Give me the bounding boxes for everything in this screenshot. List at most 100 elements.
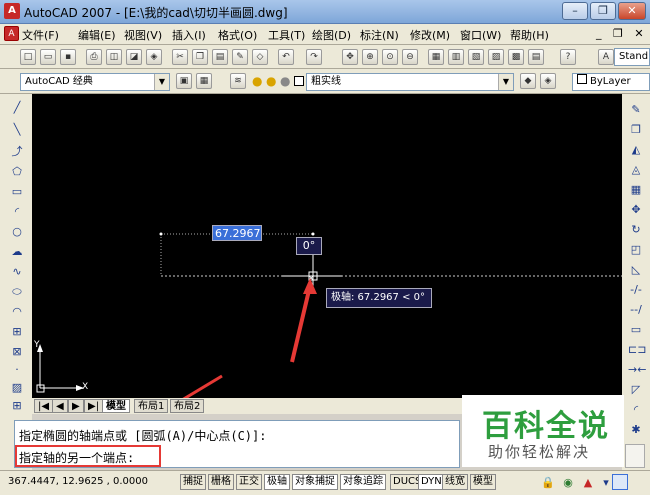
join-icon[interactable]: →←: [628, 362, 646, 378]
status-ortho-button[interactable]: 正交: [236, 474, 262, 490]
tab-nav-first[interactable]: |◀: [34, 399, 54, 413]
tab-nav-next[interactable]: ▶: [68, 399, 84, 413]
zoom-previous-icon[interactable]: ⊖: [402, 49, 418, 65]
offset-icon[interactable]: ◬: [628, 162, 644, 178]
copy-object-icon[interactable]: ❐: [628, 122, 644, 138]
block-editor-icon[interactable]: ◇: [252, 49, 268, 65]
zoom-window-icon[interactable]: ⊙: [382, 49, 398, 65]
open-file-icon[interactable]: ▭: [40, 49, 56, 65]
workspace-combo[interactable]: AutoCAD 经典 ▼: [20, 73, 170, 91]
tab-layout2[interactable]: 布局2: [170, 399, 205, 413]
array-icon[interactable]: ▦: [628, 182, 644, 198]
help-icon[interactable]: ?: [560, 49, 576, 65]
menu-format[interactable]: 格式(O): [218, 27, 257, 43]
menu-tools[interactable]: 工具(T): [268, 27, 305, 43]
match-properties-icon[interactable]: ✎: [232, 49, 248, 65]
menu-window[interactable]: 窗口(W): [460, 27, 501, 43]
explode-icon[interactable]: ✱: [628, 422, 644, 438]
calculator-icon[interactable]: ▤: [528, 49, 544, 65]
save-icon[interactable]: ▪: [60, 49, 76, 65]
command-prompt-line[interactable]: 指定轴的另一个端点:: [19, 449, 134, 466]
tool-palettes-icon[interactable]: ▧: [468, 49, 484, 65]
extend-icon[interactable]: --/: [628, 302, 644, 318]
properties-icon[interactable]: ▦: [428, 49, 444, 65]
menu-file[interactable]: 文件(F): [22, 27, 59, 43]
tab-nav-last[interactable]: ▶|: [84, 399, 104, 413]
command-scrollbar[interactable]: [625, 444, 645, 468]
status-osnap-button[interactable]: 对象捕捉: [292, 474, 338, 490]
sun-icon[interactable]: ●: [266, 74, 276, 88]
menu-insert[interactable]: 插入(I): [172, 27, 206, 43]
status-dyn-button[interactable]: DYN: [418, 474, 445, 490]
color-combo[interactable]: ByLayer: [572, 73, 650, 91]
new-file-icon[interactable]: □: [20, 49, 36, 65]
status-grid-button[interactable]: 栅格: [208, 474, 234, 490]
status-model-button[interactable]: 模型: [470, 474, 496, 490]
chamfer-icon[interactable]: ◸: [628, 382, 644, 398]
ellipse-arc-icon[interactable]: ◠: [9, 304, 25, 320]
workspace-save-icon[interactable]: ▦: [196, 73, 212, 89]
3d-dwf-icon[interactable]: ◈: [146, 49, 162, 65]
polygon-icon[interactable]: ⬠: [9, 164, 25, 180]
menu-draw[interactable]: 绘图(D): [312, 27, 351, 43]
cut-icon[interactable]: ✂: [172, 49, 188, 65]
paste-icon[interactable]: ▤: [212, 49, 228, 65]
revision-cloud-icon[interactable]: ☁: [9, 244, 25, 260]
erase-icon[interactable]: ✎: [628, 102, 644, 118]
document-icon[interactable]: A: [4, 26, 19, 41]
insert-block-icon[interactable]: ⊞: [9, 324, 25, 340]
print-preview-icon[interactable]: ◫: [106, 49, 122, 65]
tab-layout1[interactable]: 布局1: [134, 399, 169, 413]
spline-icon[interactable]: ∿: [9, 264, 25, 280]
tab-nav-prev[interactable]: ◀: [52, 399, 68, 413]
publish-icon[interactable]: ◪: [126, 49, 142, 65]
restore-button[interactable]: ❐: [590, 2, 616, 20]
trim-icon[interactable]: -/-: [628, 282, 644, 298]
move-icon[interactable]: ✥: [628, 202, 644, 218]
construction-line-icon[interactable]: ╲: [9, 122, 25, 138]
markup-icon[interactable]: ▩: [508, 49, 524, 65]
status-lineweight-button[interactable]: 线宽: [442, 474, 468, 490]
lock-icon[interactable]: ●: [280, 74, 290, 88]
layer-manager-icon[interactable]: ≋: [230, 73, 246, 89]
drawing-canvas[interactable]: × 67.2967 0° 极轴: 67.2967 < 0° Y X: [32, 94, 622, 398]
menu-edit[interactable]: 编辑(E): [78, 27, 116, 43]
lightbulb-icon[interactable]: ●: [252, 74, 262, 88]
mdi-controls[interactable]: _ ❐ ✕: [596, 27, 648, 40]
line-icon[interactable]: ╱: [9, 100, 25, 116]
clean-screen-icon[interactable]: [612, 474, 628, 490]
communication-center-icon[interactable]: ◉: [560, 475, 576, 491]
sheet-set-icon[interactable]: ▨: [488, 49, 504, 65]
redo-icon[interactable]: ↷: [306, 49, 322, 65]
status-snap-button[interactable]: 捕捉: [180, 474, 206, 490]
make-block-icon[interactable]: ⊠: [9, 344, 25, 360]
menu-help[interactable]: 帮助(H): [510, 27, 549, 43]
fillet-icon[interactable]: ◜: [628, 402, 644, 418]
menu-dimension[interactable]: 标注(N): [360, 27, 399, 43]
ellipse-icon[interactable]: ⬭: [9, 284, 25, 300]
rectangle-icon[interactable]: ▭: [9, 184, 25, 200]
minimize-button[interactable]: –: [562, 2, 588, 20]
point-icon[interactable]: ·: [9, 362, 25, 378]
break-at-point-icon[interactable]: ▭: [628, 322, 644, 338]
text-style-combo[interactable]: Stand: [614, 48, 650, 66]
scale-icon[interactable]: ◰: [628, 242, 644, 258]
mirror-icon[interactable]: ◭: [628, 142, 644, 158]
make-object-layer-current-icon[interactable]: ◆: [520, 73, 536, 89]
hatch-icon[interactable]: ▨: [9, 380, 25, 396]
arc-icon[interactable]: ◜: [9, 204, 25, 220]
pan-icon[interactable]: ✥: [342, 49, 358, 65]
lock-icon[interactable]: 🔒: [540, 475, 556, 491]
table-icon[interactable]: ⊞: [9, 398, 25, 414]
trusted-dwg-icon[interactable]: ▲: [580, 475, 596, 491]
rotate-icon[interactable]: ↻: [628, 222, 644, 238]
undo-icon[interactable]: ↶: [278, 49, 294, 65]
workspace-settings-icon[interactable]: ▣: [176, 73, 192, 89]
design-center-icon[interactable]: ▥: [448, 49, 464, 65]
text-style-icon[interactable]: A: [598, 49, 614, 65]
tab-model[interactable]: 模型: [102, 399, 130, 413]
break-icon[interactable]: ⊏⊐: [628, 342, 646, 358]
zoom-realtime-icon[interactable]: ⊕: [362, 49, 378, 65]
layer-previous-icon[interactable]: ◈: [540, 73, 556, 89]
stretch-icon[interactable]: ◺: [628, 262, 644, 278]
